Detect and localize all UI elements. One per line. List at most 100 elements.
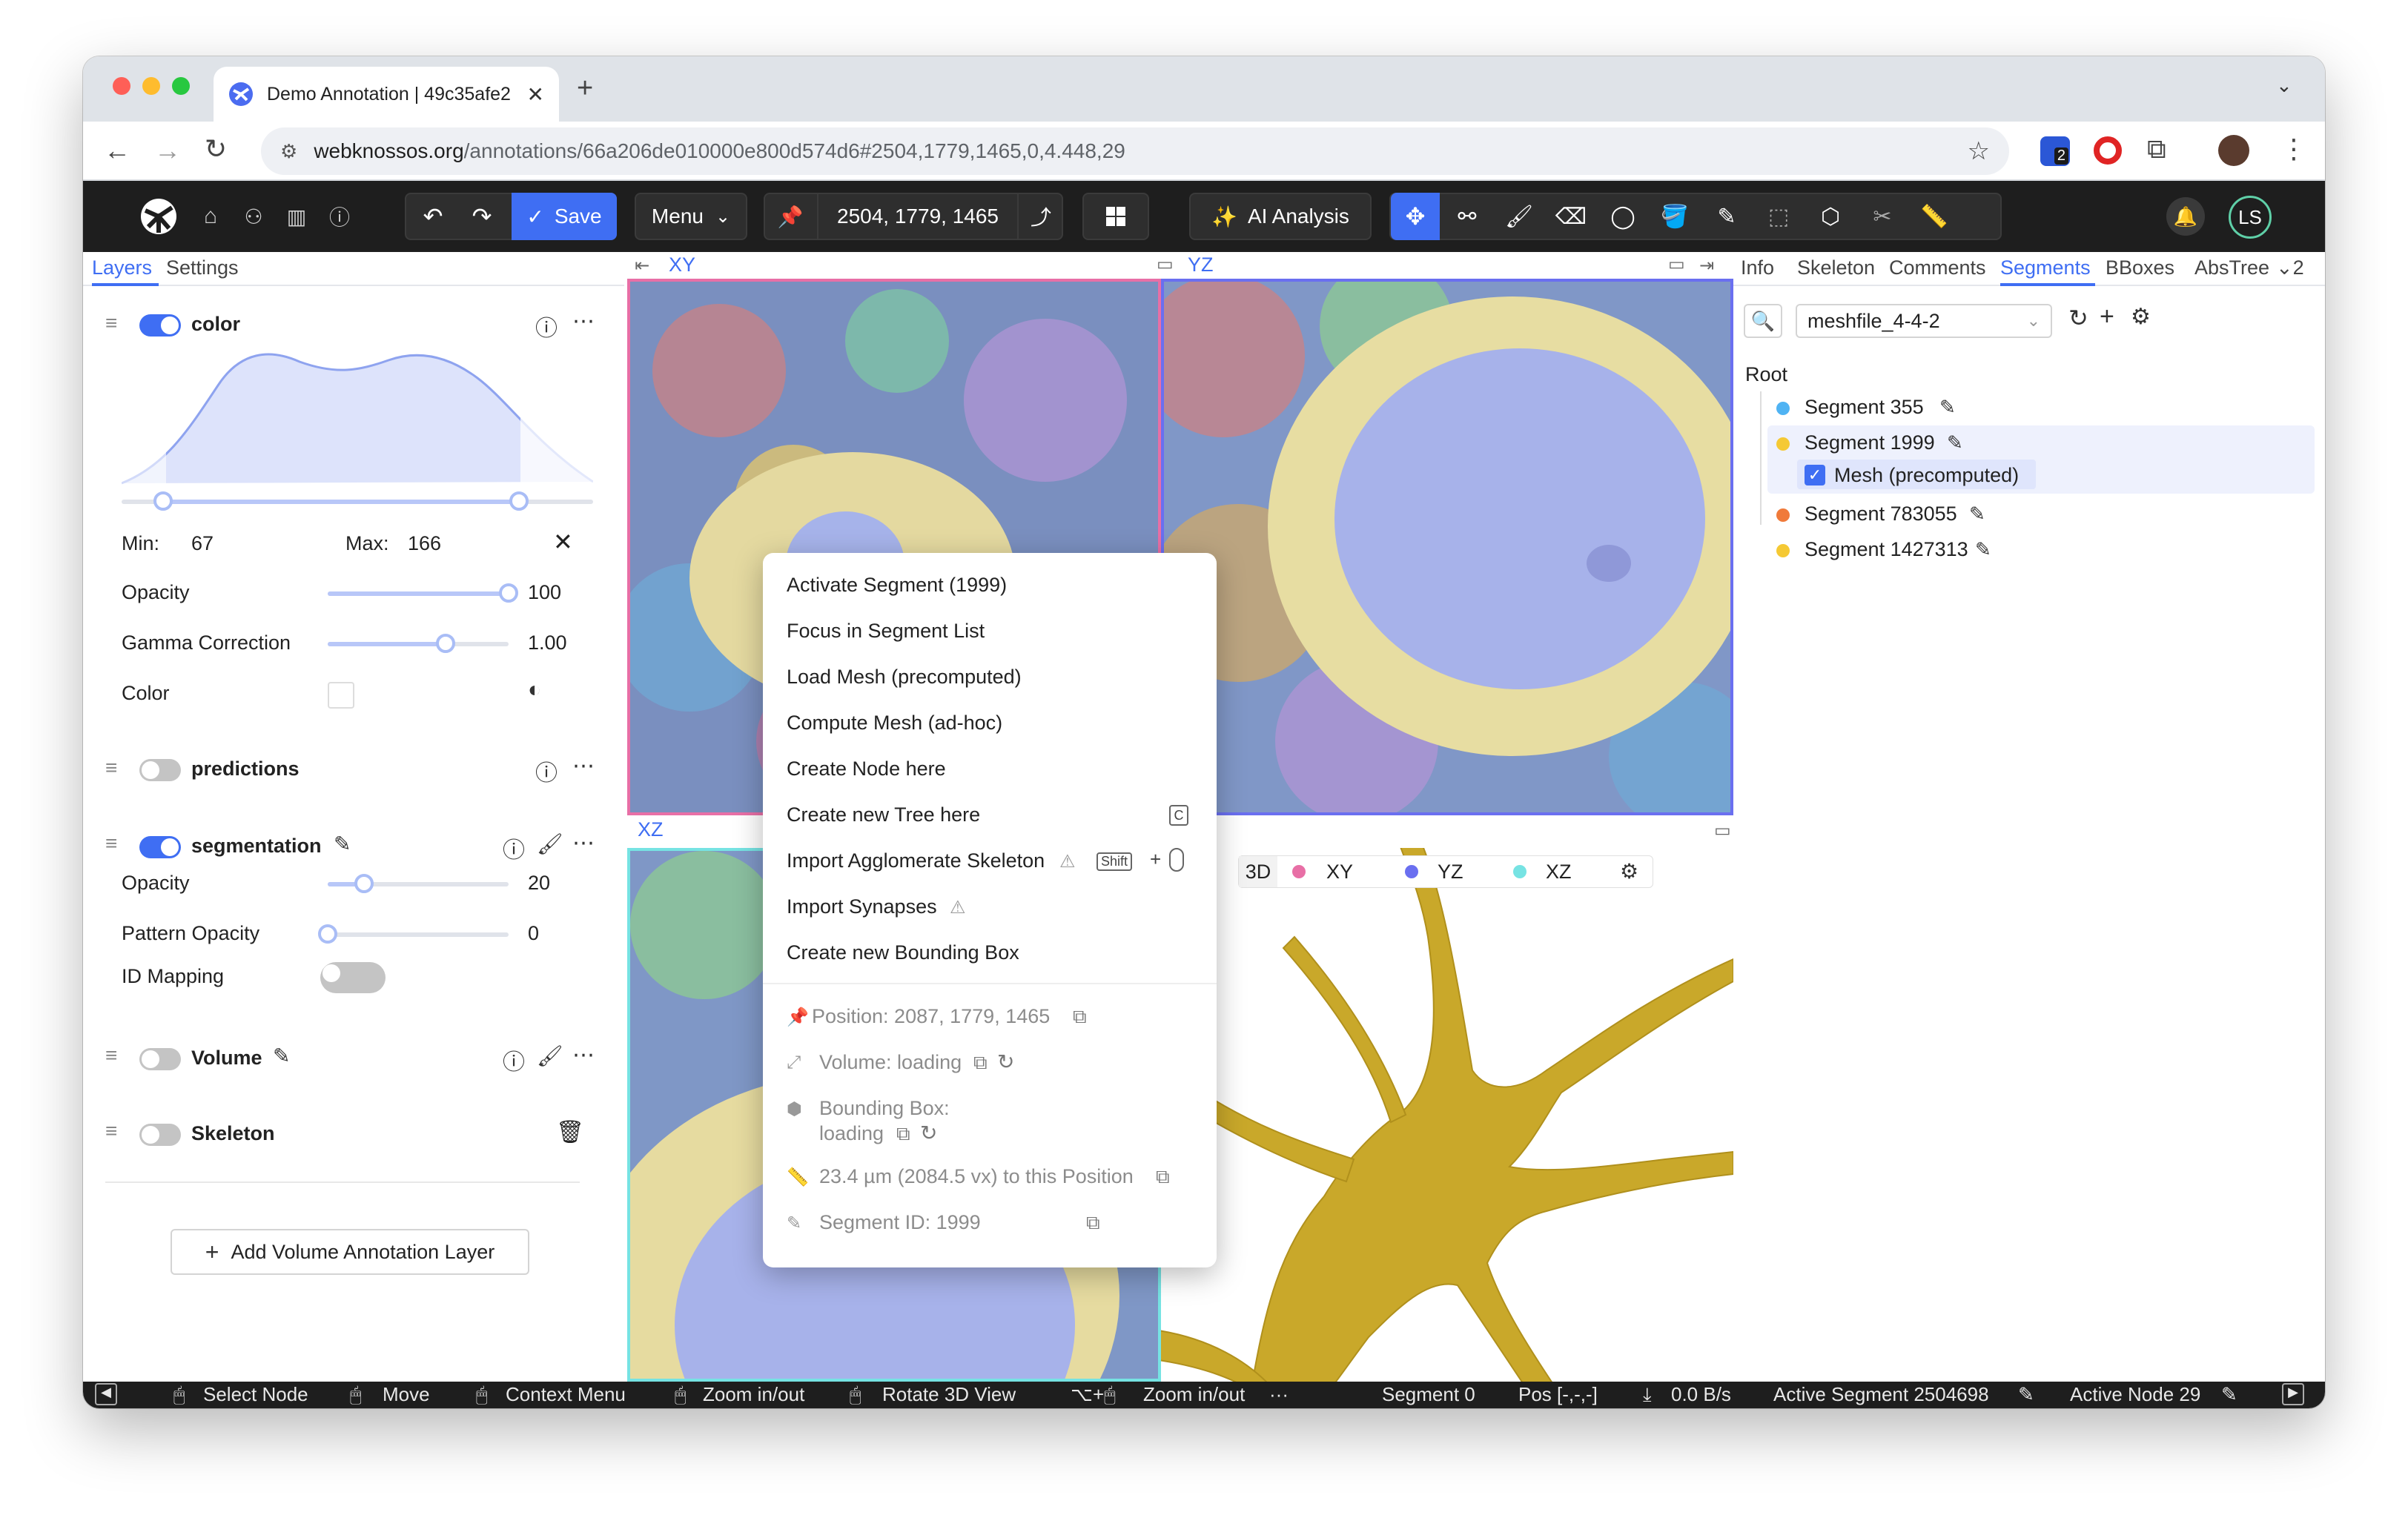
tabs-overflow-button[interactable]: ⌄2 — [2276, 256, 2304, 279]
search-icon[interactable]: 🔍 — [1744, 304, 1782, 338]
td-settings-icon[interactable]: ⚙ — [1620, 859, 1638, 884]
layer-more-icon[interactable]: ⋯ — [572, 308, 595, 334]
edit-segment-icon[interactable]: ✎ — [1939, 396, 1956, 419]
load-mesh-item[interactable]: Load Mesh (precomputed) — [787, 666, 1022, 689]
proofreading-tool-icon[interactable]: ✂ — [1858, 193, 1907, 240]
pin-icon[interactable]: 📌 — [767, 193, 814, 240]
refresh-icon[interactable]: ↻ — [920, 1121, 937, 1145]
max-value-input[interactable]: 166 — [408, 532, 441, 555]
segment-item-1999[interactable]: Segment 1999 — [1805, 431, 1935, 454]
camera-xz-button[interactable]: XZ — [1546, 861, 1572, 884]
position-input[interactable]: 2504, 1779, 1465 — [817, 193, 1019, 240]
tab-bboxes[interactable]: BBoxes — [2106, 256, 2174, 279]
ai-analysis-button[interactable]: ✨ AI Analysis — [1189, 193, 1372, 240]
help-icon[interactable]: ⓘ — [325, 193, 354, 240]
maximize-yz-icon[interactable]: ▭ — [1668, 253, 1685, 275]
users-icon[interactable]: ⚇ — [239, 193, 268, 240]
reset-range-icon[interactable]: ✕ — [553, 528, 573, 556]
gamma-slider[interactable] — [328, 634, 509, 653]
mesh-file-select[interactable]: meshfile_4-4-2 ⌄ — [1796, 304, 2052, 338]
copy-icon[interactable]: ⧉ — [896, 1122, 910, 1146]
brush-icon[interactable]: 🖌 — [537, 832, 563, 856]
tab-list-chevron-icon[interactable]: ⌄ — [2276, 74, 2292, 97]
tab-skeleton[interactable]: Skeleton — [1797, 256, 1875, 279]
pattern-opacity-value[interactable]: 0 — [528, 922, 539, 945]
segment-item-783055[interactable]: Segment 783055 — [1805, 503, 1957, 526]
create-node-item[interactable]: Create Node here — [787, 758, 946, 780]
tab-abstree[interactable]: AbsTree — [2194, 256, 2269, 279]
profile-avatar[interactable] — [2218, 135, 2249, 166]
drag-handle-icon[interactable]: ≡ — [105, 311, 117, 335]
compute-mesh-item[interactable]: Compute Mesh (ad-hoc) — [787, 712, 1002, 735]
volume-layer-toggle[interactable] — [139, 1048, 181, 1070]
tab-comments[interactable]: Comments — [1889, 256, 1986, 279]
webknossos-logo-icon[interactable] — [139, 197, 178, 236]
redo-icon[interactable]: ↷ — [458, 193, 506, 240]
browser-tab[interactable]: Demo Annotation | 49c35afe2 ✕ — [214, 67, 559, 122]
histogram-range-slider[interactable] — [122, 491, 593, 511]
lasso-tool-icon[interactable]: ◯ — [1598, 193, 1647, 240]
add-volume-layer-button[interactable]: + Add Volume Annotation Layer — [171, 1229, 529, 1275]
maximize-xy-icon[interactable]: ▭ — [1157, 253, 1174, 275]
minimize-window-button[interactable] — [142, 77, 160, 95]
predictions-layer-toggle[interactable] — [139, 759, 181, 781]
min-value-input[interactable]: 67 — [191, 532, 214, 555]
kebab-icon[interactable]: ⋮ — [2280, 133, 2307, 165]
collapse-right-panel-icon[interactable]: ▶ — [2282, 1383, 2304, 1405]
close-tab-icon[interactable]: ✕ — [527, 82, 544, 107]
invert-color-icon[interactable]: ◐ — [528, 677, 541, 703]
mesh-checkbox[interactable]: ✓ — [1805, 465, 1825, 485]
drag-handle-icon[interactable]: ≡ — [105, 1119, 117, 1143]
home-icon[interactable]: ⌂ — [196, 193, 225, 240]
drag-handle-icon[interactable]: ≡ — [105, 1044, 117, 1067]
info-icon[interactable]: ⓘ — [503, 1044, 525, 1076]
refresh-icon[interactable]: ↻ — [2068, 304, 2088, 332]
layer-more-icon[interactable]: ⋯ — [572, 753, 595, 779]
copy-icon[interactable]: ⧉ — [1073, 1005, 1087, 1029]
quick-select-tool-icon[interactable]: ⬚ — [1754, 193, 1803, 240]
tab-settings[interactable]: Settings — [166, 256, 239, 279]
undo-icon[interactable]: ↶ — [409, 193, 457, 240]
edit-name-icon[interactable]: ✎ — [273, 1044, 290, 1068]
address-bar[interactable]: ⚙ webknossos.org/annotations/66a206de010… — [261, 127, 2009, 175]
menu-button[interactable]: Menu ⌄ — [635, 193, 747, 240]
pattern-opacity-slider[interactable] — [318, 924, 509, 944]
root-group-label[interactable]: Root — [1745, 363, 1787, 386]
create-bbox-item[interactable]: Create new Bounding Box — [787, 941, 1019, 964]
edit-segment-icon[interactable]: ✎ — [1975, 538, 1991, 561]
create-tree-item[interactable]: Create new Tree here — [787, 803, 980, 826]
delete-icon[interactable]: 🗑 — [556, 1119, 584, 1145]
move-tool-icon[interactable]: ✥ — [1391, 193, 1440, 240]
gamma-value[interactable]: 1.00 — [528, 632, 567, 654]
drag-handle-icon[interactable]: ≡ — [105, 756, 117, 780]
skeleton-tool-icon[interactable]: ⚯ — [1443, 193, 1492, 240]
picker-tool-icon[interactable]: ✎ — [1702, 193, 1751, 240]
forward-icon[interactable]: → — [154, 135, 181, 166]
tab-layers[interactable]: Layers — [92, 256, 152, 279]
edit-active-node-icon[interactable]: ✎ — [2221, 1383, 2237, 1406]
segment-item-1427313[interactable]: Segment 1427313 — [1805, 538, 1968, 561]
edit-name-icon[interactable]: ✎ — [334, 832, 351, 856]
collapse-right-icon[interactable]: ⇥ — [1699, 255, 1714, 276]
brush-tool-icon[interactable]: 🖌 — [1495, 193, 1544, 240]
extensions-icon[interactable]: ⧉ — [2147, 133, 2166, 165]
camera-xy-button[interactable]: XY — [1326, 861, 1353, 884]
fill-tool-icon[interactable]: 🪣 — [1650, 193, 1699, 240]
new-tab-button[interactable]: + — [577, 73, 593, 105]
skeleton-layer-toggle[interactable] — [139, 1124, 181, 1146]
drag-handle-icon[interactable]: ≡ — [105, 832, 117, 855]
share-icon[interactable]: ⤴ — [1019, 193, 1063, 240]
opacity-value[interactable]: 100 — [528, 581, 561, 604]
yz-viewport[interactable] — [1161, 279, 1733, 815]
import-synapses-item[interactable]: Import Synapses — [787, 895, 937, 918]
refresh-icon[interactable]: ↻ — [997, 1050, 1014, 1074]
color-swatch[interactable] — [328, 682, 354, 709]
opera-extension-icon[interactable] — [2094, 136, 2122, 165]
layout-button[interactable] — [1082, 193, 1149, 240]
color-opacity-slider[interactable] — [328, 583, 518, 603]
save-button[interactable]: ✓ Save — [512, 193, 617, 240]
notifications-icon[interactable]: 🔔 — [2166, 197, 2205, 236]
info-icon[interactable]: ⓘ — [535, 755, 558, 787]
eraser-tool-icon[interactable]: ⌫ — [1547, 193, 1595, 240]
camera-3d-button[interactable]: 3D — [1239, 856, 1277, 887]
